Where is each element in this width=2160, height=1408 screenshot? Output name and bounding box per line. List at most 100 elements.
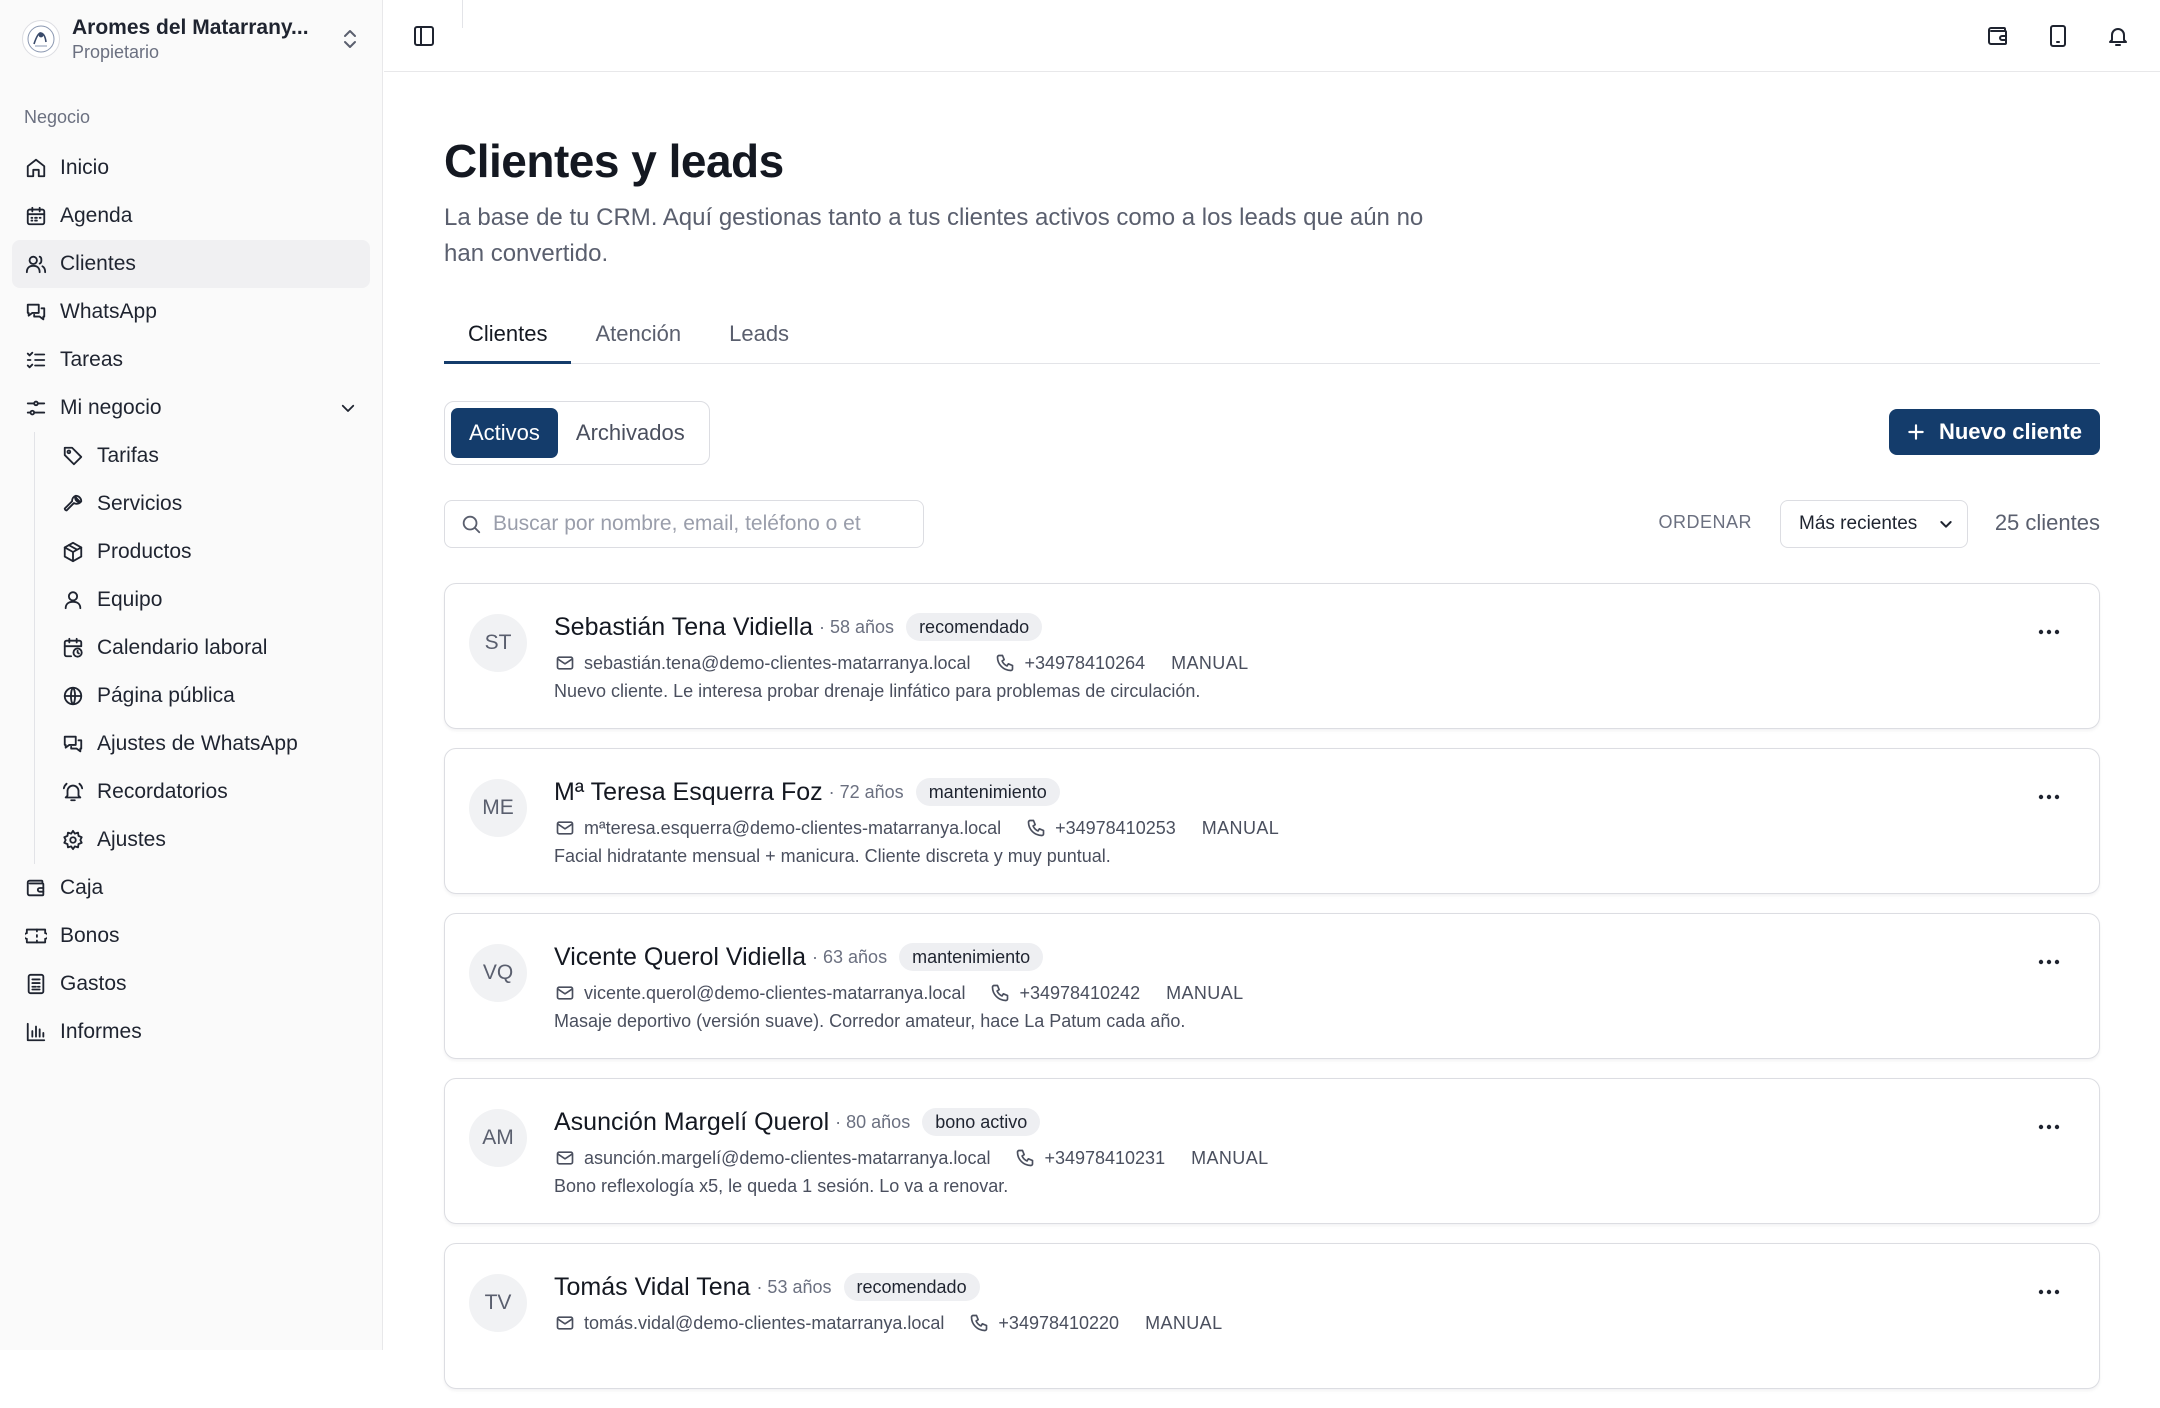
client-card[interactable]: AM Asunción Margelí Querol · 80 años bon… [444, 1078, 2100, 1224]
sidebar-item-whatsapp[interactable]: WhatsApp [12, 288, 370, 336]
filter-archivados-button[interactable]: Archivados [558, 408, 703, 458]
wallet-icon [24, 876, 48, 900]
sidebar-item-label: Bonos [60, 924, 120, 947]
more-options-icon[interactable] [2035, 618, 2063, 646]
gear-icon [61, 828, 85, 852]
sidebar-item-label: Calendario laboral [97, 636, 268, 659]
wallet-icon[interactable] [1984, 22, 2012, 50]
sidebar-item-gastos[interactable]: Gastos [12, 960, 370, 1008]
client-tag: bono activo [922, 1108, 1041, 1136]
client-card[interactable]: ST Sebastián Tena Vidiella · 58 años rec… [444, 583, 2100, 729]
chevron-down-icon [1937, 515, 1955, 533]
topbar [384, 0, 2160, 72]
more-options-icon[interactable] [2035, 1278, 2063, 1306]
client-email[interactable]: mªteresa.esquerra@demo-clientes-matarran… [584, 818, 1001, 839]
client-card[interactable]: TV Tomás Vidal Tena · 53 años recomendad… [444, 1243, 2100, 1389]
bell-icon[interactable] [2104, 22, 2132, 50]
mail-icon [554, 817, 576, 839]
client-phone[interactable]: +34978410231 [1044, 1148, 1165, 1169]
more-options-icon[interactable] [2035, 948, 2063, 976]
client-phone[interactable]: +34978410253 [1055, 818, 1176, 839]
more-options-icon[interactable] [2035, 783, 2063, 811]
sliders-icon [24, 396, 48, 420]
client-phone[interactable]: +34978410220 [998, 1313, 1119, 1334]
sort-select[interactable]: Más recientes [1780, 500, 1968, 548]
client-email[interactable]: asunción.margelí@demo-clientes-matarrany… [584, 1148, 990, 1169]
client-phone[interactable]: +34978410264 [1024, 653, 1145, 674]
client-list: ST Sebastián Tena Vidiella · 58 años rec… [444, 583, 2100, 1408]
client-name[interactable]: Mª Teresa Esquerra Foz [554, 778, 823, 807]
sidebar-item-bonos[interactable]: Bonos [12, 912, 370, 960]
sidebar-item-equipo[interactable]: Equipo [49, 576, 370, 624]
client-name[interactable]: Asunción Margelí Querol [554, 1108, 829, 1137]
avatar: TV [469, 1274, 527, 1332]
chevrons-up-down-icon[interactable] [338, 24, 362, 54]
client-age: · 80 años [835, 1111, 911, 1132]
search-icon [459, 512, 483, 536]
sidebar-item-label: Equipo [97, 588, 163, 611]
sidebar-item-tareas[interactable]: Tareas [12, 336, 370, 384]
avatar: ST [469, 614, 527, 672]
client-source: MANUAL [1171, 652, 1249, 673]
status-filter: Activos Archivados [444, 401, 710, 465]
client-name[interactable]: Tomás Vidal Tena [554, 1273, 750, 1302]
sidebar-item-ajustes[interactable]: Ajustes [49, 816, 370, 864]
new-client-label: Nuevo cliente [1938, 419, 2082, 444]
sidebar-item-productos[interactable]: Productos [49, 528, 370, 576]
tablet-icon[interactable] [2044, 22, 2072, 50]
sidebar-item-label: Recordatorios [97, 780, 228, 803]
sidebar-item-clientes[interactable]: Clientes [12, 240, 370, 288]
client-note: Facial hidratante mensual + manicura. Cl… [554, 846, 1111, 866]
client-source: MANUAL [1201, 817, 1280, 838]
tab-clientes[interactable]: Clientes [444, 314, 572, 364]
chevron-down-icon[interactable] [336, 396, 360, 420]
sidebar-item-calendario-laboral[interactable]: Calendario laboral [49, 624, 370, 672]
client-name[interactable]: Sebastián Tena Vidiella [554, 613, 813, 642]
sidebar-item-informes[interactable]: Informes [12, 1008, 370, 1056]
phone-icon [968, 1312, 990, 1334]
new-client-button[interactable]: Nuevo cliente [1888, 409, 2100, 455]
phone-icon [994, 652, 1016, 674]
sidebar-item-label: Agenda [60, 204, 133, 227]
sidebar-item-label: Tareas [60, 348, 124, 371]
tab-atencion[interactable]: Atención [571, 314, 705, 364]
tag-icon [61, 444, 85, 468]
chat-icon [61, 732, 85, 756]
sidebar-item-recordatorios[interactable]: Recordatorios [49, 768, 370, 816]
sidebar-toggle-icon[interactable] [410, 22, 438, 50]
sidebar-item-tarifas[interactable]: Tarifas [49, 432, 370, 480]
client-phone[interactable]: +34978410242 [1019, 983, 1140, 1004]
plus-icon [1905, 421, 1927, 443]
sidebar-item-label: Mi negocio [60, 396, 162, 419]
avatar: ME [469, 779, 527, 837]
account-switcher[interactable]: Aromes del Matarrany... Propietario [22, 14, 362, 64]
client-note: Bono reflexología x5, le queda 1 sesión.… [554, 1176, 1009, 1196]
chat-icon [24, 300, 48, 324]
sidebar-item-label: Página pública [97, 684, 235, 707]
sidebar-item-caja[interactable]: Caja [12, 864, 370, 912]
avatar: VQ [469, 944, 527, 1002]
search-input[interactable] [493, 512, 903, 536]
client-email[interactable]: sebastián.tena@demo-clientes-matarranya.… [584, 653, 970, 674]
more-options-icon[interactable] [2035, 1113, 2063, 1141]
sidebar-item-pagina-publica[interactable]: Página pública [49, 672, 370, 720]
sidebar-item-ajustes-whatsapp[interactable]: Ajustes de WhatsApp [49, 720, 370, 768]
phone-icon [1025, 817, 1047, 839]
sidebar-item-mi-negocio[interactable]: Mi negocio [12, 384, 370, 432]
user-icon [61, 588, 85, 612]
client-card[interactable]: VQ Vicente Querol Vidiella · 63 años man… [444, 913, 2100, 1059]
client-age: · 72 años [828, 781, 904, 802]
client-email[interactable]: vicente.querol@demo-clientes-matarranya.… [584, 983, 965, 1004]
client-card[interactable]: ME Mª Teresa Esquerra Foz · 72 años mant… [444, 748, 2100, 894]
sidebar-item-agenda[interactable]: Agenda [12, 192, 370, 240]
client-email[interactable]: tomás.vidal@demo-clientes-matarranya.loc… [584, 1313, 944, 1334]
client-tag: recomendado [906, 613, 1043, 641]
sidebar-item-label: Servicios [97, 492, 183, 515]
sidebar-item-label: Tarifas [97, 444, 159, 467]
client-name[interactable]: Vicente Querol Vidiella [554, 943, 806, 972]
filter-activos-button[interactable]: Activos [451, 408, 558, 458]
sidebar-item-inicio[interactable]: Inicio [12, 144, 370, 192]
client-age: · 63 años [812, 946, 888, 967]
sidebar-item-servicios[interactable]: Servicios [49, 480, 370, 528]
tab-leads[interactable]: Leads [705, 314, 813, 364]
